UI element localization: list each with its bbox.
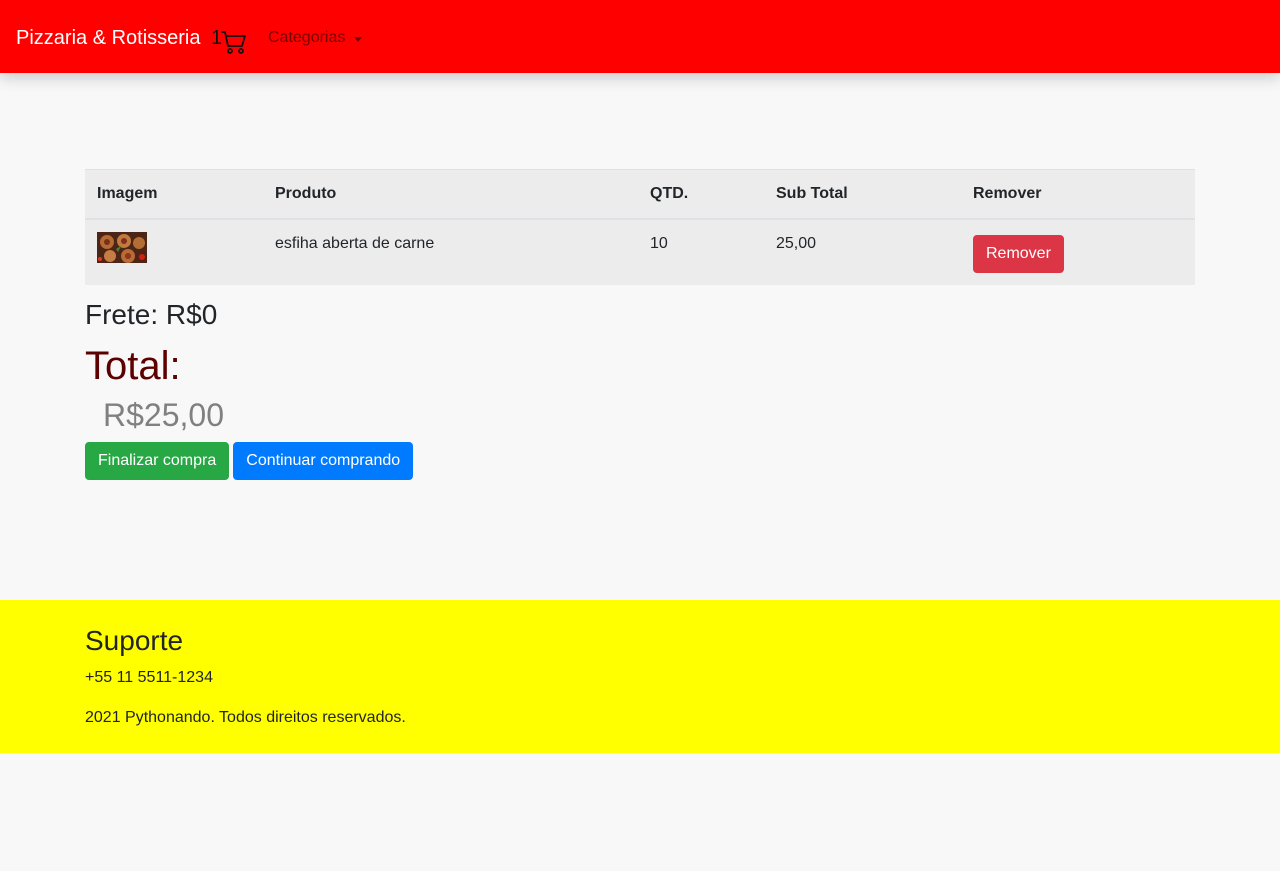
- table-header-row: Imagem Produto QTD. Sub Total Remover: [85, 169, 1195, 220]
- continue-shopping-button[interactable]: Continuar comprando: [233, 442, 414, 480]
- table-row: esfiha aberta de carne 10 25,00 Remover: [85, 219, 1195, 285]
- shipping-cost: Frete: R$0: [85, 299, 218, 330]
- remove-cell: Remover: [961, 219, 1195, 285]
- product-image-cell: [85, 219, 263, 285]
- column-header-image: Imagem: [85, 169, 263, 220]
- support-phone: +55 11 5511-1234: [85, 669, 213, 686]
- remove-button[interactable]: Remover: [973, 235, 1064, 273]
- copyright-text: 2021 Pythonando. Todos direitos reservad…: [85, 709, 406, 726]
- product-quantity: 10: [650, 235, 668, 252]
- categories-dropdown[interactable]: Categorias: [268, 27, 363, 49]
- cart-link[interactable]: 1: [211, 24, 247, 56]
- product-subtotal: 25,00: [776, 235, 817, 252]
- cart-actions: Finalizar compra Continuar comprando: [85, 442, 414, 480]
- total-value: R$25,00: [103, 397, 224, 433]
- product-name: esfiha aberta de carne: [275, 235, 435, 252]
- column-header-remove: Remover: [961, 169, 1195, 220]
- navbar: Pizzaria & Rotisseria 1 Categorias: [0, 0, 1280, 73]
- total-label: Total:: [85, 344, 181, 388]
- shopping-cart-icon: [221, 31, 247, 54]
- column-header-subtotal: Sub Total: [764, 169, 961, 220]
- support-title: Suporte: [85, 625, 184, 656]
- brand-link[interactable]: Pizzaria & Rotisseria: [16, 24, 201, 52]
- column-header-product: Produto: [263, 169, 638, 220]
- esfiha-image: [97, 232, 147, 263]
- footer: Suporte +55 11 5511-1234 2021 Pythonando…: [0, 600, 1280, 753]
- chevron-down-icon: [354, 36, 363, 42]
- categories-label: Categorias: [268, 29, 346, 46]
- column-header-quantity: QTD.: [638, 169, 764, 220]
- checkout-button[interactable]: Finalizar compra: [85, 442, 230, 480]
- cart-table: Imagem Produto QTD. Sub Total Remover es…: [85, 169, 1195, 285]
